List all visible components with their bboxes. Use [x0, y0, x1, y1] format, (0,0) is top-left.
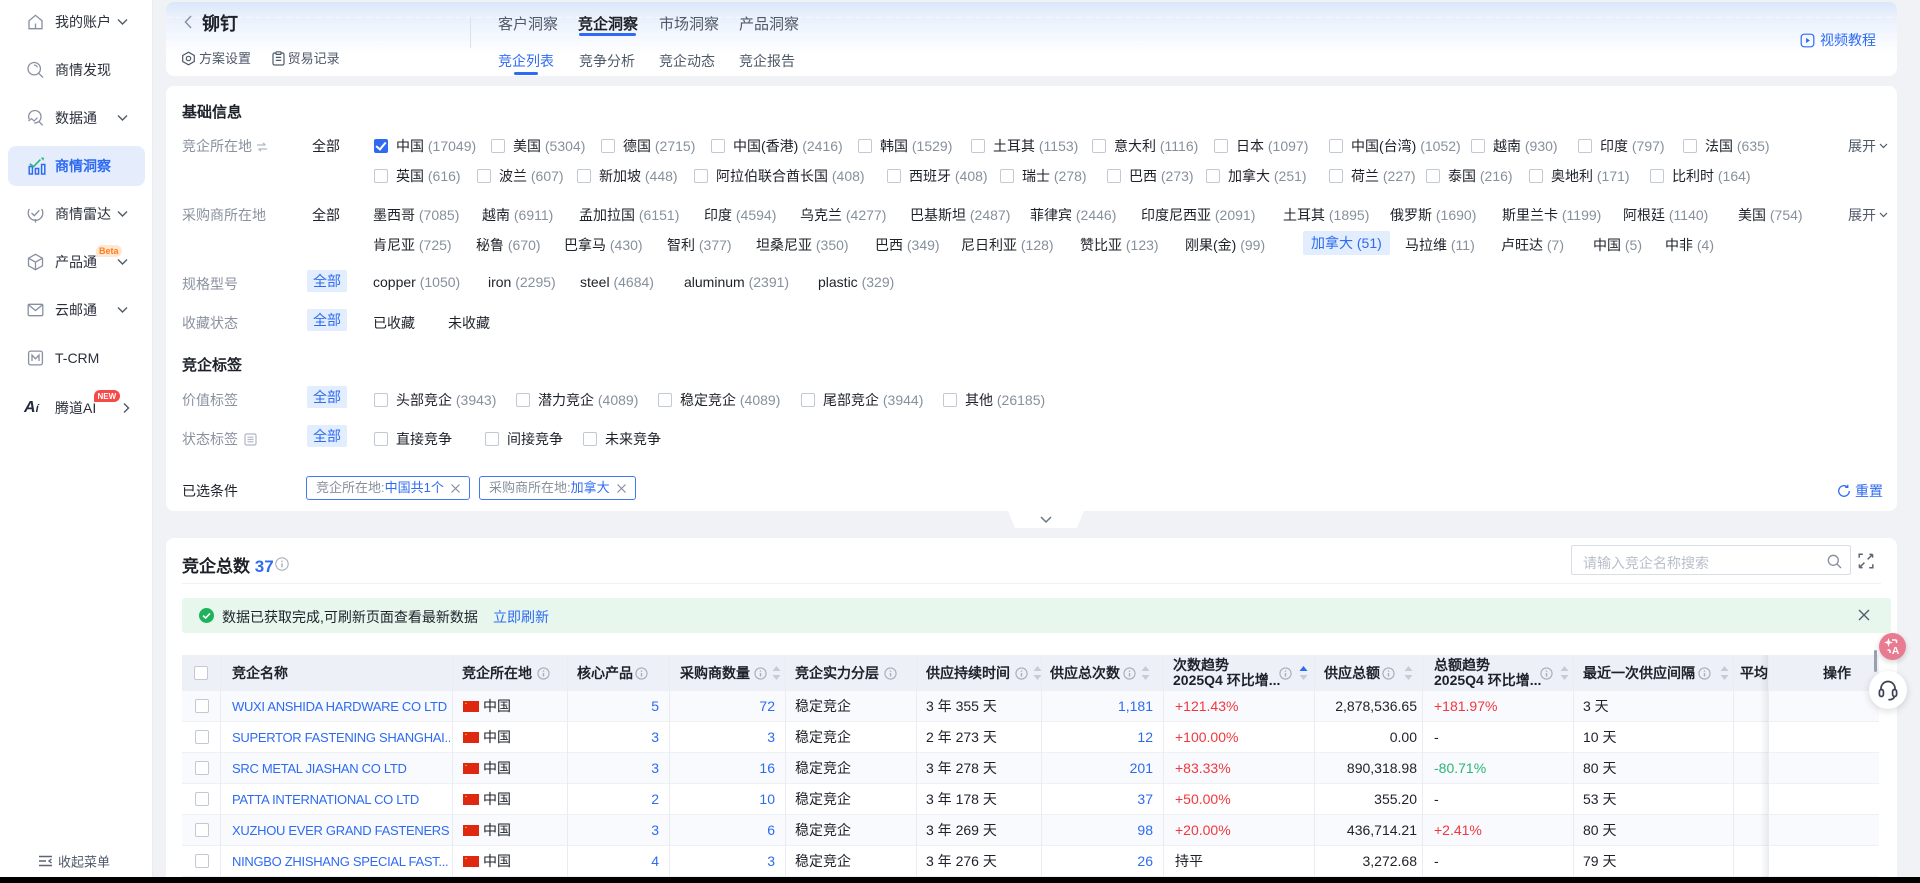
- svg-text:A: A: [1892, 645, 1900, 656]
